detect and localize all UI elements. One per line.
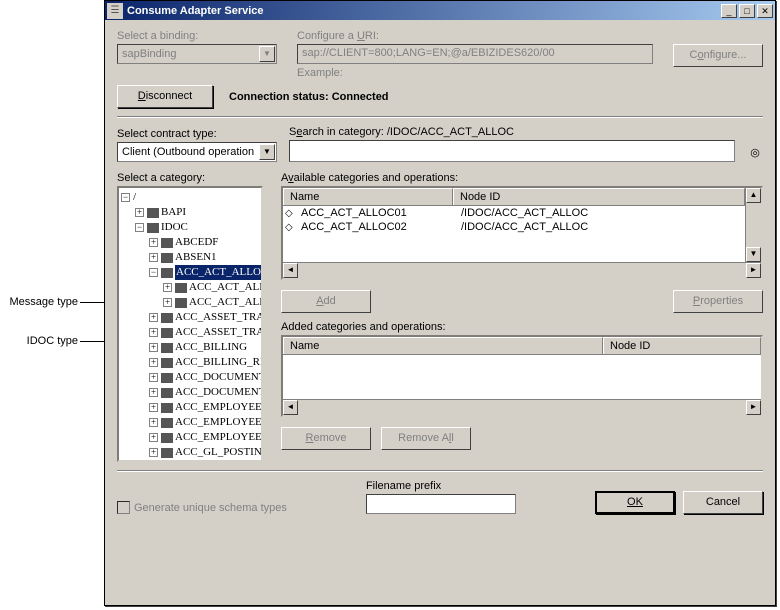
binding-value: sapBinding bbox=[122, 48, 176, 60]
titlebar: ☰ Consume Adapter Service _ □ ✕ bbox=[105, 1, 775, 20]
col-name[interactable]: Name bbox=[283, 188, 453, 205]
col-nodeid[interactable]: Node ID bbox=[453, 188, 745, 205]
app-icon: ☰ bbox=[107, 3, 123, 19]
scroll-right-icon[interactable]: ► bbox=[746, 400, 761, 415]
tree-node[interactable]: +ACC_EMPLOYEE_EXP bbox=[121, 400, 259, 415]
filename-prefix-label: Filename prefix bbox=[366, 480, 516, 492]
tree-node[interactable]: +ACC_DOCUMENT_REVER bbox=[121, 385, 259, 400]
list-cell: ACC_ACT_ALLOC01 bbox=[297, 207, 457, 219]
generate-unique-label: Generate unique schema types bbox=[134, 502, 287, 514]
tree-node[interactable]: +ACC_BILLING_REVERSE bbox=[121, 355, 259, 370]
ok-button[interactable]: OK bbox=[595, 491, 675, 514]
disconnect-button[interactable]: Disconnect bbox=[117, 85, 213, 108]
annotation-idoc-type: IDOC type bbox=[0, 335, 78, 347]
tree-node[interactable]: +ACC_ACT_ALLOC01 bbox=[121, 280, 259, 295]
select-category-label: Select a category: bbox=[117, 172, 267, 184]
chevron-down-icon: ▼ bbox=[259, 46, 275, 62]
search-icon[interactable]: ◎ bbox=[747, 146, 763, 162]
configure-button: Configure... bbox=[673, 44, 763, 67]
scroll-left-icon[interactable]: ◄ bbox=[283, 263, 298, 278]
added-list[interactable]: Name Node ID ◄ ► bbox=[281, 335, 763, 417]
separator bbox=[117, 470, 763, 472]
properties-button: Properties bbox=[673, 290, 763, 313]
cancel-button[interactable]: Cancel bbox=[683, 491, 763, 514]
col-name[interactable]: Name bbox=[283, 337, 603, 354]
tree-node[interactable]: +BAPI bbox=[121, 205, 259, 220]
scroll-up-icon[interactable]: ▲ bbox=[746, 188, 761, 203]
tree-root[interactable]: −/ bbox=[121, 190, 259, 205]
chevron-down-icon[interactable]: ▼ bbox=[259, 144, 275, 160]
scrollbar-horizontal[interactable]: ◄ ► bbox=[283, 399, 761, 415]
available-list[interactable]: Name Node ID ◇ ACC_ACT_ALLOC01 /IDOC/ACC… bbox=[281, 186, 763, 280]
tree-node[interactable]: +ACC_ASSET_TRANS_ACQ bbox=[121, 310, 259, 325]
configure-uri-label: Configure a URI: bbox=[297, 30, 653, 42]
list-row[interactable]: ◇ ACC_ACT_ALLOC02 /IDOC/ACC_ACT_ALLOC bbox=[283, 220, 745, 234]
added-ops-label: Added categories and operations: bbox=[281, 321, 763, 333]
tree-node[interactable]: +ACC_EMPLOYEE_PAY bbox=[121, 415, 259, 430]
select-binding-label: Select a binding: bbox=[117, 30, 277, 42]
connection-status: Connection status: Connected bbox=[229, 91, 389, 103]
remove-all-button: Remove All bbox=[381, 427, 471, 450]
tree-node[interactable]: +ABCEDF bbox=[121, 235, 259, 250]
annotation-message-type: Message type bbox=[0, 296, 78, 308]
tree-node[interactable]: +ACC_ASSET_TRANSFER bbox=[121, 325, 259, 340]
tree-node-selected[interactable]: −ACC_ACT_ALLOC bbox=[121, 265, 259, 280]
uri-field: sap://CLIENT=800;LANG=EN;@a/EBIZIDES620/… bbox=[297, 44, 653, 64]
remove-button: Remove bbox=[281, 427, 371, 450]
tree-node[interactable]: +ACC_ACT_ALLOC02 bbox=[121, 295, 259, 310]
scroll-down-icon[interactable]: ▼ bbox=[746, 247, 761, 262]
minimize-button[interactable]: _ bbox=[721, 4, 737, 18]
available-ops-label: Available categories and operations: bbox=[281, 172, 763, 184]
tree-node[interactable]: +ACC_GL_POSTING bbox=[121, 445, 259, 460]
list-cell: /IDOC/ACC_ACT_ALLOC bbox=[457, 221, 592, 233]
generate-unique-checkbox bbox=[117, 501, 130, 514]
contract-combo[interactable]: Client (Outbound operation ▼ bbox=[117, 142, 277, 162]
tree-node[interactable]: +ABSEN1 bbox=[121, 250, 259, 265]
filename-prefix-input[interactable] bbox=[366, 494, 516, 514]
tree-node[interactable]: +ACC_EMPLOYEE_REC bbox=[121, 430, 259, 445]
list-row[interactable]: ◇ ACC_ACT_ALLOC01 /IDOC/ACC_ACT_ALLOC bbox=[283, 206, 745, 220]
add-button: Add bbox=[281, 290, 371, 313]
window-title: Consume Adapter Service bbox=[127, 5, 721, 17]
dialog-window: ☰ Consume Adapter Service _ □ ✕ Select a… bbox=[104, 0, 776, 606]
contract-value: Client (Outbound operation bbox=[122, 146, 254, 158]
list-header: Name Node ID bbox=[283, 337, 761, 355]
operation-icon: ◇ bbox=[285, 208, 297, 219]
search-in-category-label: Search in category: /IDOC/ACC_ACT_ALLOC bbox=[289, 126, 735, 138]
list-cell: /IDOC/ACC_ACT_ALLOC bbox=[457, 207, 592, 219]
list-header: Name Node ID bbox=[283, 188, 745, 206]
binding-combo: sapBinding ▼ bbox=[117, 44, 277, 64]
maximize-button[interactable]: □ bbox=[739, 4, 755, 18]
category-tree[interactable]: −/ +BAPI −IDOC +ABCEDF +ABSEN1 −ACC_ACT_… bbox=[117, 186, 263, 462]
separator bbox=[117, 116, 763, 118]
scrollbar-horizontal[interactable]: ◄ ► bbox=[283, 262, 761, 278]
list-cell: ACC_ACT_ALLOC02 bbox=[297, 221, 457, 233]
example-label: Example: bbox=[297, 67, 653, 79]
search-input[interactable] bbox=[289, 140, 735, 162]
scroll-left-icon[interactable]: ◄ bbox=[283, 400, 298, 415]
scrollbar-vertical[interactable]: ▲ ▼ bbox=[745, 188, 761, 262]
col-nodeid[interactable]: Node ID bbox=[603, 337, 761, 354]
tree-node[interactable]: −IDOC bbox=[121, 220, 259, 235]
tree-node[interactable]: +ACC_DOCUMENT bbox=[121, 370, 259, 385]
scroll-right-icon[interactable]: ► bbox=[746, 263, 761, 278]
operation-icon: ◇ bbox=[285, 222, 297, 233]
close-button[interactable]: ✕ bbox=[757, 4, 773, 18]
tree-node[interactable]: +ACC_BILLING bbox=[121, 340, 259, 355]
select-contract-label: Select contract type: bbox=[117, 128, 277, 140]
